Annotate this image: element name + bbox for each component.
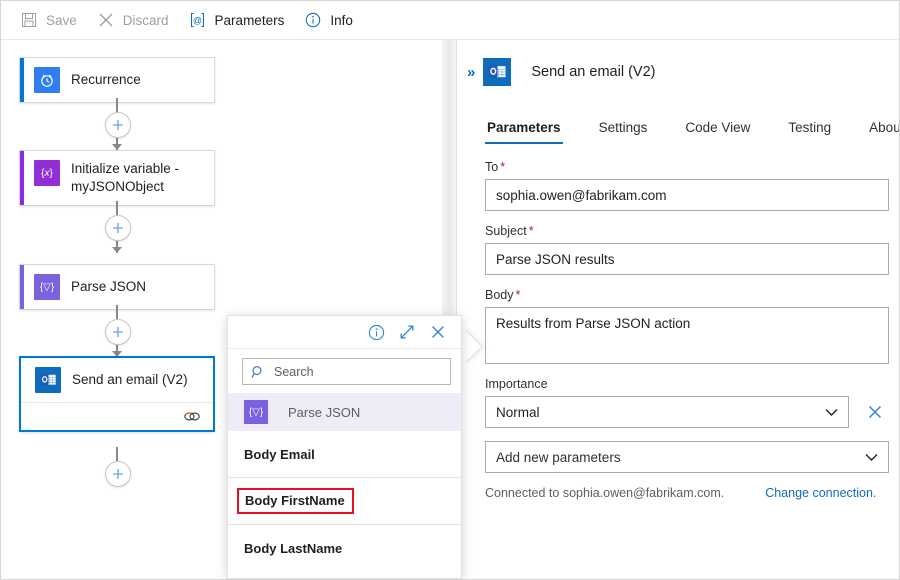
search-input[interactable]: Search — [242, 358, 451, 385]
parameters-icon: @ — [188, 10, 208, 30]
to-field-value: sophia.owen@fabrikam.com — [496, 188, 667, 203]
add-step-button-2[interactable] — [105, 215, 131, 241]
search-placeholder: Search — [274, 365, 314, 379]
group-label: Parse JSON — [288, 405, 360, 420]
dynamic-content-item-body-firstname[interactable]: Body FirstName — [228, 478, 461, 525]
parse-json-icon: {▽} — [34, 274, 60, 300]
dynamic-content-group-header: {▽} Parse JSON — [228, 393, 461, 431]
workflow-node-send-an-email[interactable]: Send an email (V2) — [19, 356, 215, 432]
save-label: Save — [46, 13, 77, 28]
body-field[interactable]: Results from Parse JSON action — [485, 307, 889, 364]
info-icon — [303, 10, 323, 30]
parameters-label: Parameters — [215, 13, 285, 28]
popup-header — [228, 316, 461, 349]
tab-about[interactable]: About — [867, 120, 900, 144]
discard-icon — [96, 10, 116, 30]
info-label: Info — [330, 13, 353, 28]
save-button[interactable]: Save — [15, 6, 86, 34]
dynamic-content-popup: Search {▽} Parse JSON Body Email Body Fi… — [227, 315, 462, 579]
double-chevron-right-icon[interactable]: » — [463, 64, 483, 81]
toolbar: Save Discard @ Parameters — [1, 1, 900, 40]
node-label: Initialize variable - myJSONObject — [71, 160, 204, 196]
outlook-icon — [483, 58, 511, 86]
add-step-button-4[interactable] — [105, 461, 131, 487]
node-label: Recurrence — [71, 71, 141, 89]
item-label: Body FirstName — [237, 488, 354, 514]
change-connection-link[interactable]: Change connection. — [765, 486, 876, 500]
required-marker: * — [500, 160, 505, 174]
variable-icon: {x} — [34, 160, 60, 186]
connector-arrow — [112, 247, 122, 253]
node-connection-footer[interactable] — [21, 402, 213, 430]
node-accent-bar — [20, 58, 24, 102]
chevron-down-icon — [825, 408, 838, 417]
link-icon — [183, 410, 201, 423]
importance-value: Normal — [496, 405, 540, 420]
body-field-value: Results from Parse JSON action — [496, 316, 690, 331]
to-field[interactable]: sophia.owen@fabrikam.com — [485, 179, 889, 211]
close-icon[interactable] — [425, 320, 451, 344]
discard-button[interactable]: Discard — [92, 6, 178, 34]
subject-field-value: Parse JSON results — [496, 252, 615, 267]
info-button[interactable]: Info — [299, 6, 362, 34]
dynamic-content-item-body-email[interactable]: Body Email — [228, 431, 461, 478]
tab-testing[interactable]: Testing — [786, 120, 833, 144]
required-marker: * — [516, 288, 521, 302]
add-step-button-1[interactable] — [105, 112, 131, 138]
importance-select[interactable]: Normal — [485, 396, 849, 428]
dynamic-content-item-body-lastname[interactable]: Body LastName — [228, 525, 461, 572]
panel-tabs: Parameters Settings Code View Testing Ab… — [485, 110, 900, 144]
clock-icon — [34, 67, 60, 93]
item-label: Body LastName — [244, 541, 342, 556]
add-new-parameters-select[interactable]: Add new parameters — [485, 441, 889, 473]
expand-icon[interactable] — [394, 320, 420, 344]
info-icon[interactable] — [363, 320, 389, 344]
subject-field[interactable]: Parse JSON results — [485, 243, 889, 275]
action-details-panel: » Send an email (V2) Parameters Settings… — [457, 40, 900, 580]
node-accent-bar — [20, 151, 24, 205]
workflow-node-parse-json[interactable]: {▽} Parse JSON — [19, 264, 215, 310]
outlook-icon — [35, 367, 61, 393]
node-accent-bar — [20, 265, 24, 309]
panel-header: » Send an email (V2) — [457, 40, 900, 88]
tab-parameters[interactable]: Parameters — [485, 120, 563, 144]
svg-text:@: @ — [193, 16, 202, 26]
parameters-button[interactable]: @ Parameters — [184, 6, 294, 34]
search-container: Search — [228, 349, 461, 393]
connection-status: Connected to sophia.owen@fabrikam.com. C… — [485, 486, 890, 500]
save-icon — [19, 10, 39, 30]
node-label: Send an email (V2) — [72, 371, 188, 389]
importance-row: Normal — [485, 396, 890, 428]
subject-field-label: Subject* — [485, 224, 890, 238]
chevron-down-icon — [865, 453, 878, 462]
add-new-parameters-value: Add new parameters — [496, 450, 621, 465]
parameters-form: To* sophia.owen@fabrikam.com Subject* Pa… — [457, 144, 900, 500]
tab-code-view[interactable]: Code View — [683, 120, 752, 144]
tab-settings[interactable]: Settings — [597, 120, 650, 144]
workflow-node-recurrence[interactable]: Recurrence — [19, 57, 215, 103]
required-marker: * — [529, 224, 534, 238]
discard-label: Discard — [123, 13, 169, 28]
logic-app-designer: Save Discard @ Parameters — [0, 0, 900, 580]
clear-importance-button[interactable] — [867, 404, 883, 420]
connection-text: Connected to sophia.owen@fabrikam.com. — [485, 486, 724, 500]
node-label: Parse JSON — [71, 278, 146, 296]
add-step-button-3[interactable] — [105, 319, 131, 345]
body-field-label: Body* — [485, 288, 890, 302]
workflow-node-initialize-variable[interactable]: {x} Initialize variable - myJSONObject — [19, 150, 215, 206]
page-title: Send an email (V2) — [531, 64, 655, 80]
to-field-label: To* — [485, 160, 890, 174]
parse-json-icon: {▽} — [244, 400, 268, 424]
item-label: Body Email — [244, 447, 315, 462]
importance-label: Importance — [485, 377, 890, 391]
search-icon — [251, 365, 265, 379]
